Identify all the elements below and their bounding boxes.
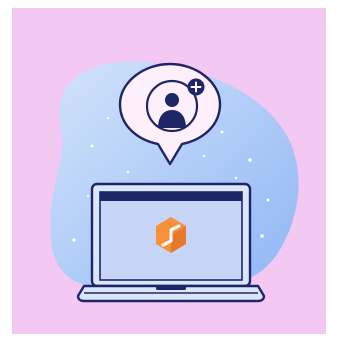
sparkle xyxy=(126,170,130,174)
sparkle xyxy=(106,116,110,120)
sparkle xyxy=(90,144,94,148)
sparkle xyxy=(72,238,76,242)
sparkle xyxy=(220,130,224,134)
laptop-icon xyxy=(76,182,266,303)
sparkle xyxy=(86,194,90,198)
sparkle xyxy=(260,234,264,238)
sparkle xyxy=(266,198,270,202)
sparkle xyxy=(248,158,252,162)
illustration xyxy=(0,0,338,345)
screen-title-bar xyxy=(100,192,242,201)
laptop-hinge-notch xyxy=(156,286,186,290)
sparkle xyxy=(202,154,206,158)
sparkle xyxy=(234,176,238,180)
add-user-to-laptop-illustration xyxy=(0,0,338,345)
user-head xyxy=(165,93,179,107)
